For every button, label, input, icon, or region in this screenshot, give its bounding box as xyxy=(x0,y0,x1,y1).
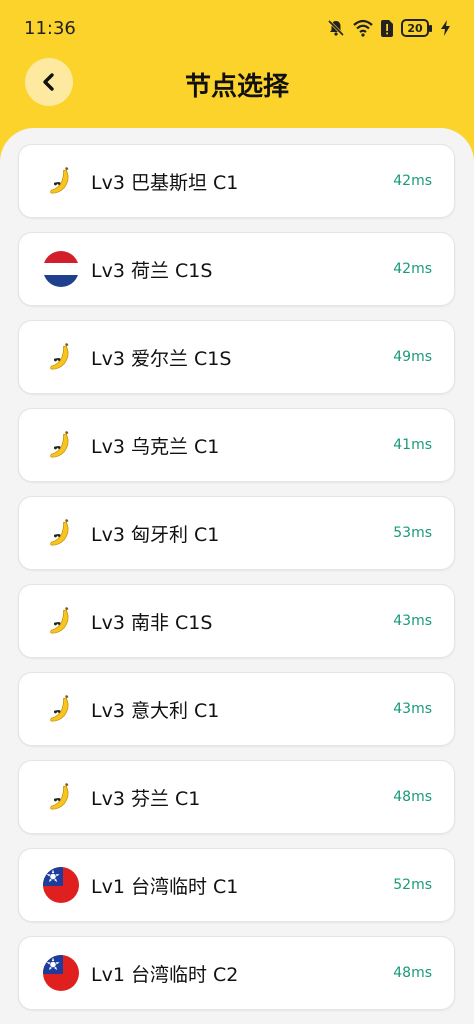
node-item[interactable]: Lv3 爱尔兰 C1S 49ms xyxy=(18,320,455,394)
banana-icon xyxy=(43,427,79,463)
status-bar: 11:36 20 xyxy=(0,0,474,56)
node-name: Lv3 爱尔兰 C1S xyxy=(91,347,232,370)
node-latency: 41ms xyxy=(393,437,432,453)
banana-icon xyxy=(43,603,79,639)
node-item[interactable]: Lv1 台湾临时 C2 48ms xyxy=(18,936,455,1010)
status-icons: 20 xyxy=(327,19,450,37)
page-title: 节点选择 xyxy=(184,72,289,102)
node-item[interactable]: Lv1 台湾临时 C1 52ms xyxy=(18,848,455,922)
status-time: 11:36 xyxy=(24,17,76,39)
banana-icon xyxy=(43,163,79,199)
nav-bar: 节点选择 xyxy=(0,56,474,112)
node-item[interactable]: Lv3 荷兰 C1S 42ms xyxy=(18,232,455,306)
netherlands-flag-icon xyxy=(43,251,79,287)
node-item[interactable]: Lv3 巴基斯坦 C1 42ms xyxy=(18,144,455,218)
node-item[interactable]: Lv3 匈牙利 C1 53ms xyxy=(18,496,455,570)
node-latency: 48ms xyxy=(393,965,432,981)
node-name: Lv3 匈牙利 C1 xyxy=(91,523,220,546)
node-name: Lv1 台湾临时 C1 xyxy=(91,875,239,898)
node-latency: 53ms xyxy=(393,525,432,541)
node-latency: 43ms xyxy=(393,613,432,629)
battery-icon: 20 xyxy=(401,19,432,37)
node-latency: 48ms xyxy=(393,789,432,805)
node-latency: 52ms xyxy=(393,877,432,893)
sim-alert-icon xyxy=(381,19,393,37)
wifi-icon xyxy=(353,19,373,37)
node-name: Lv1 台湾临时 C2 xyxy=(91,963,239,986)
taiwan-flag-icon xyxy=(43,955,79,991)
node-latency: 49ms xyxy=(393,349,432,365)
node-item[interactable]: Lv3 乌克兰 C1 41ms xyxy=(18,408,455,482)
banana-icon xyxy=(43,779,79,815)
node-latency: 42ms xyxy=(393,261,432,277)
node-name: Lv3 乌克兰 C1 xyxy=(91,435,220,458)
node-item[interactable]: Lv3 南非 C1S 43ms xyxy=(18,584,455,658)
node-name: Lv3 荷兰 C1S xyxy=(91,259,213,282)
node-latency: 43ms xyxy=(393,701,432,717)
banana-icon xyxy=(43,691,79,727)
banana-icon xyxy=(43,515,79,551)
node-name: Lv3 意大利 C1 xyxy=(91,699,220,722)
banana-icon xyxy=(43,339,79,375)
node-item[interactable]: Lv3 芬兰 C1 48ms xyxy=(18,760,455,834)
mute-bell-icon xyxy=(327,19,345,37)
charging-bolt-icon xyxy=(441,20,450,36)
taiwan-flag-icon xyxy=(43,867,79,903)
node-list: Lv3 巴基斯坦 C1 42ms Lv3 荷兰 C1S 42ms Lv3 爱尔兰 C… xyxy=(18,144,455,1024)
node-item[interactable]: Lv3 意大利 C1 43ms xyxy=(18,672,455,746)
node-name: Lv3 芬兰 C1 xyxy=(91,787,201,810)
node-name: Lv3 巴基斯坦 C1 xyxy=(91,171,239,194)
node-latency: 42ms xyxy=(393,173,432,189)
node-name: Lv3 南非 C1S xyxy=(91,611,213,634)
